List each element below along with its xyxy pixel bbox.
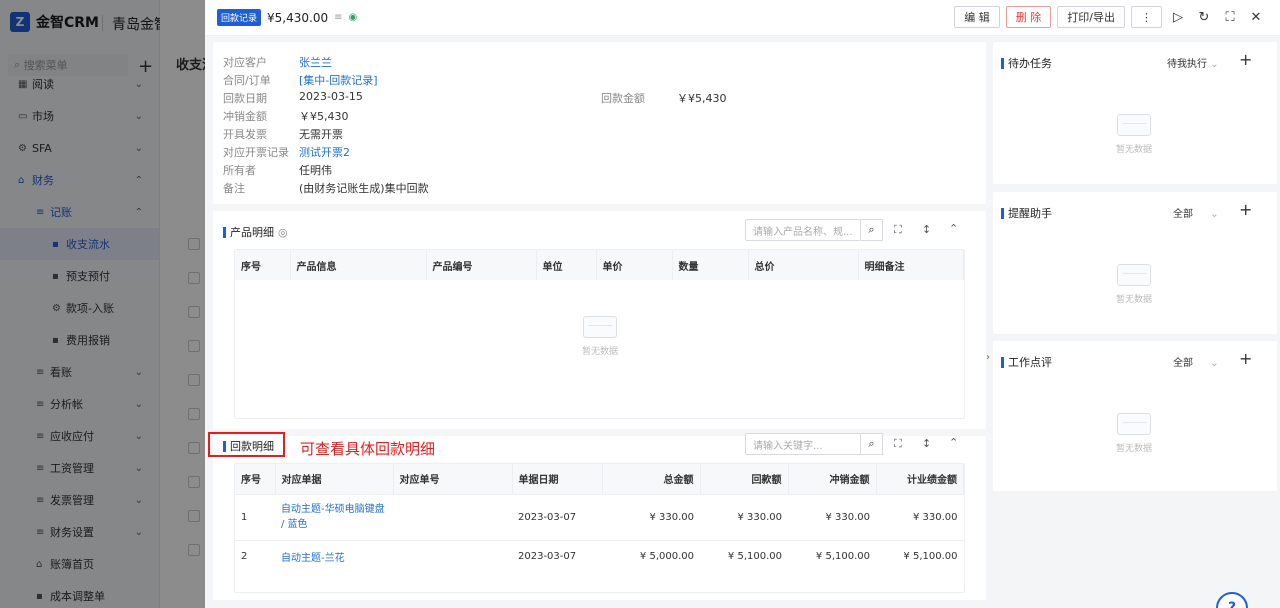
resize-icon[interactable]: ↕	[922, 437, 931, 450]
info-row: 所有者 任明伟	[223, 164, 332, 177]
annotation-text: 可查看具体回款明细	[300, 440, 436, 458]
expand-icon[interactable]: ⛶	[894, 437, 902, 451]
empty-box-icon	[1117, 264, 1151, 286]
expand-icon[interactable]: ⛶	[894, 223, 902, 237]
more-button[interactable]: ⋮	[1131, 6, 1162, 28]
product-table: 序号 产品信息 产品编号 单位 单价 数量 总价 明细备注 暂无数据	[234, 249, 965, 419]
refresh-icon[interactable]: ↻	[1194, 6, 1214, 28]
empty-box-icon	[583, 316, 617, 338]
info-row: 开具发票 无需开票	[223, 128, 343, 141]
payment-search-input[interactable]: 请输入关键字...	[745, 433, 861, 455]
review-card: 工作点评 全部 ⌄ + 暂无数据	[993, 341, 1277, 491]
todo-filter-select[interactable]: 待我执行 ⌄	[1167, 55, 1219, 70]
detail-drawer: 回款记录 ¥5,430.00 ≡ ◉ 编 辑 删 除 打印/导出 ⋮ ▷ ↻ ⛶…	[205, 0, 1280, 608]
add-review-button[interactable]: +	[1239, 349, 1252, 368]
chevron-down-icon: ⌄	[1210, 59, 1219, 70]
resize-icon[interactable]: ↕	[922, 223, 931, 236]
fullscreen-icon[interactable]: ⛶	[1220, 6, 1240, 28]
review-filter-select[interactable]: 全部 ⌄	[1173, 354, 1219, 369]
empty-box-icon	[1117, 413, 1151, 435]
print-export-button[interactable]: 打印/导出	[1057, 6, 1125, 28]
search-icon[interactable]: ⌕	[861, 219, 883, 241]
info-row: 对应客户 张兰兰	[223, 54, 332, 70]
empty-box-icon	[1117, 114, 1151, 136]
invoice-link[interactable]: 测试开票2	[299, 144, 350, 160]
info-row: 对应开票记录 测试开票2	[223, 144, 350, 160]
status-icon[interactable]: ◉	[348, 12, 357, 23]
empty-state: 暂无数据	[1099, 114, 1169, 155]
payment-card: 回款明细 请输入关键字... ⌕ ⛶ ↕ ⌃ 序号 对应单据 对应单号 单据日期…	[213, 433, 986, 600]
info-row: 冲销金额 ￥¥5,430	[223, 110, 349, 123]
chevron-down-icon: ⌄	[1210, 358, 1219, 369]
product-section-title: 产品明细 ◎	[223, 224, 288, 240]
customer-link[interactable]: 张兰兰	[299, 54, 332, 70]
close-icon[interactable]: ✕	[1246, 6, 1266, 28]
info-row: 合同/订单 [集中-回款记录]	[223, 72, 378, 88]
edit-button[interactable]: 编 辑	[954, 6, 1000, 28]
collapse-icon[interactable]: ⌃	[949, 436, 958, 449]
empty-state: 暂无数据	[1099, 413, 1169, 454]
collapse-icon[interactable]: ⌃	[949, 222, 958, 235]
record-type-badge: 回款记录	[217, 9, 262, 26]
empty-state: 暂无数据	[565, 316, 635, 357]
todo-card: 待办任务 待我执行 ⌄ + 暂无数据	[993, 42, 1277, 184]
info-row: 备注 (由财务记账生成)集中回款	[223, 182, 429, 195]
record-amount: ¥5,430.00	[267, 10, 329, 25]
info-card: 对应客户 张兰兰 合同/订单 [集中-回款记录] 回款日期 2023-03-15 冲销…	[213, 42, 986, 204]
chevron-right-icon[interactable]: ›	[986, 352, 990, 363]
doc-link[interactable]: 自动主题-兰花	[275, 539, 393, 573]
table-row: 2 自动主题-兰花 2023-03-07 ¥ 5,000.00 ¥ 5,100.…	[235, 539, 964, 573]
annotation-highlight-box	[208, 432, 285, 457]
empty-state: 暂无数据	[1099, 264, 1169, 305]
product-search-input[interactable]: 请输入产品名称、规...	[745, 219, 861, 241]
review-title: 工作点评	[1001, 354, 1052, 370]
delete-button[interactable]: 删 除	[1005, 6, 1052, 28]
info-row: 回款金额 ￥¥5,430	[601, 92, 727, 105]
doc-link[interactable]: 自动主题-华硕电脑键盘 / 蓝色	[275, 493, 393, 540]
trash-icon[interactable]: ≡	[334, 12, 342, 23]
chevron-down-icon: ⌄	[1210, 209, 1219, 220]
drawer-header: 回款记录 ¥5,430.00 ≡ ◉ 编 辑 删 除 打印/导出 ⋮ ▷ ↻ ⛶…	[205, 0, 1280, 36]
table-row: 1 自动主题-华硕电脑键盘 / 蓝色 2023-03-07 ¥ 330.00 ¥…	[235, 493, 964, 540]
payment-table: 序号 对应单据 对应单号 单据日期 总金额 回款额 冲销金额 计业绩金额 1 自…	[234, 463, 965, 593]
settings-icon[interactable]: ◎	[278, 226, 288, 239]
todo-title: 待办任务	[1001, 55, 1052, 71]
add-reminder-button[interactable]: +	[1239, 200, 1252, 219]
add-todo-button[interactable]: +	[1239, 50, 1252, 69]
reminder-card: 提醒助手 全部 ⌄ + 暂无数据	[993, 192, 1277, 334]
play-icon[interactable]: ▷	[1168, 6, 1188, 28]
header-actions: 编 辑 删 除 打印/导出 ⋮ ▷ ↻ ⛶ ✕	[954, 6, 1266, 28]
product-card: 产品明细 ◎ 请输入产品名称、规... ⌕ ⛶ ↕ ⌃ 序号 产品信息 产品编号 …	[213, 211, 986, 429]
reminder-title: 提醒助手	[1001, 205, 1052, 221]
reminder-filter-select[interactable]: 全部 ⌄	[1173, 205, 1219, 220]
search-icon[interactable]: ⌕	[861, 433, 883, 455]
contract-link[interactable]: [集中-回款记录]	[299, 72, 378, 88]
info-row: 回款日期 2023-03-15	[223, 90, 363, 105]
